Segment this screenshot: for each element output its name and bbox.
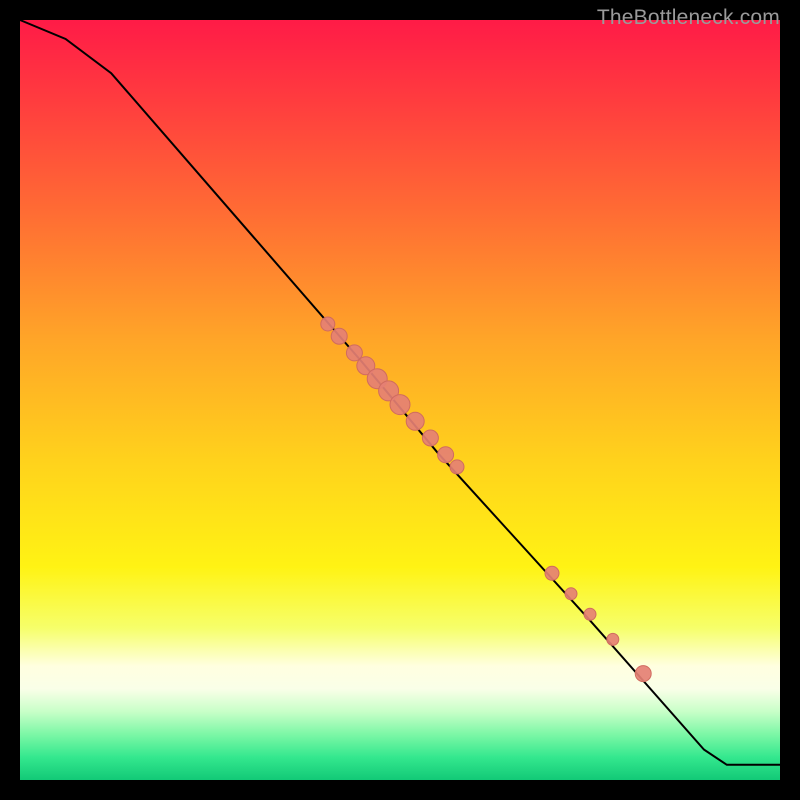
data-point (331, 328, 347, 344)
data-point (406, 412, 424, 430)
watermark-text: TheBottleneck.com (597, 6, 780, 30)
data-point (438, 447, 454, 463)
data-point (422, 430, 438, 446)
data-point (390, 395, 410, 415)
data-point (584, 608, 596, 620)
data-point (321, 317, 335, 331)
chart-stage: TheBottleneck.com (0, 0, 800, 800)
data-point (607, 633, 619, 645)
data-point (635, 666, 651, 682)
data-point (450, 460, 464, 474)
data-point (545, 566, 559, 580)
chart-svg (0, 0, 800, 800)
data-point (565, 588, 577, 600)
